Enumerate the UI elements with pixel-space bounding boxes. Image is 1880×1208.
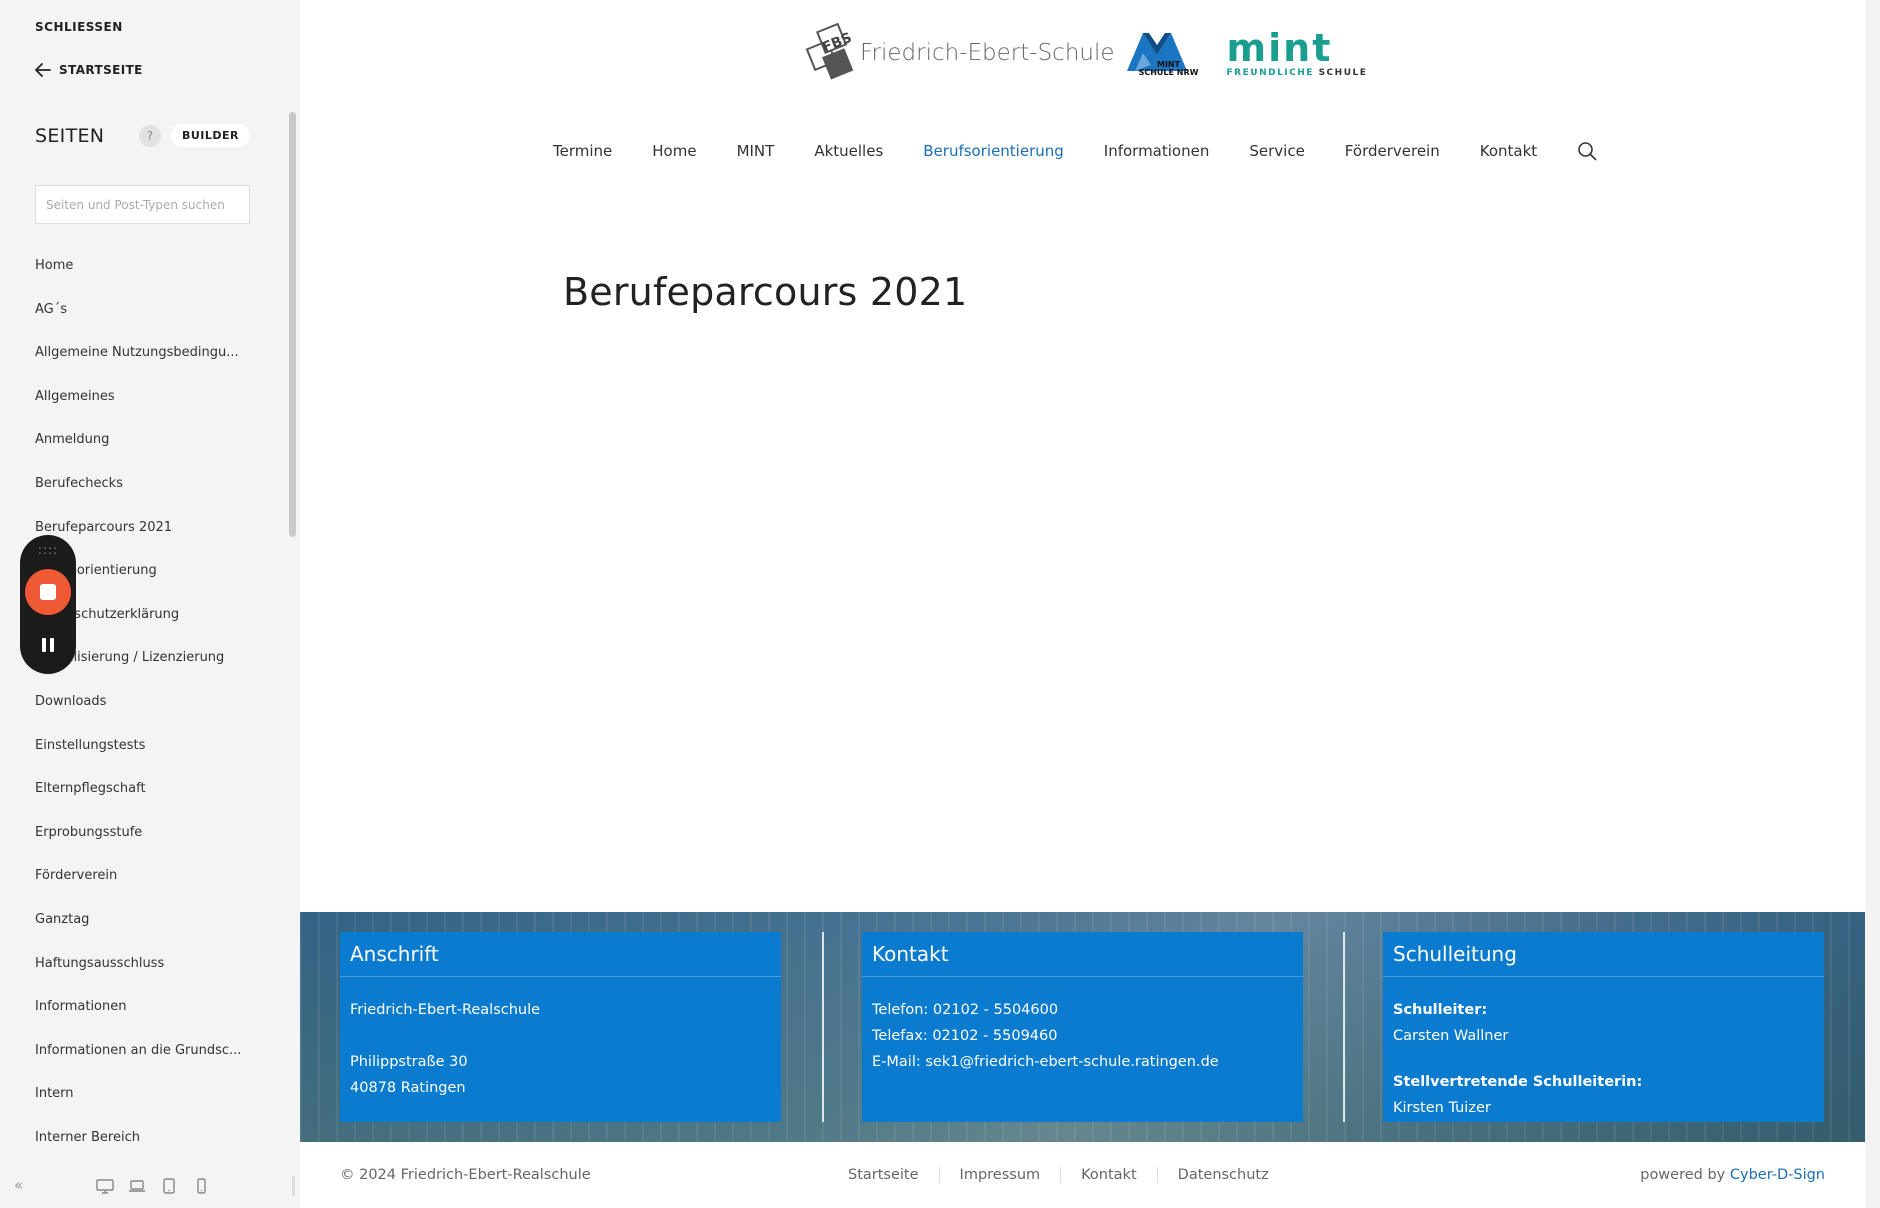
sidebar-page-item[interactable]: Informationen	[35, 997, 255, 1041]
anschrift-heading: Anschrift	[340, 932, 781, 977]
powered-by-link[interactable]: Cyber-D-Sign	[1730, 1167, 1825, 1183]
school-name: Friedrich-Ebert-Schule	[860, 40, 1115, 66]
footer-links: Startseite Impressum Kontakt Datenschutz	[848, 1167, 1289, 1183]
powered-by-prefix: powered by	[1640, 1167, 1726, 1183]
sidebar-page-item[interactable]: Einstellungstests	[35, 736, 255, 780]
mint-freundliche-schule-logo: mint FREUNDLICHE SCHULE	[1227, 29, 1368, 78]
footer-link[interactable]: Startseite	[848, 1167, 939, 1183]
nav-item[interactable]: Berufsorientierung	[923, 142, 1064, 160]
sidebar-page-item[interactable]: Interner Bereich	[35, 1128, 255, 1172]
kontakt-email[interactable]: E-Mail: sek1@friedrich-ebert-schule.rati…	[872, 1049, 1293, 1075]
page-preview: FBS Friedrich-Ebert-Schule MINT SCHULE N…	[300, 0, 1865, 1208]
mint-sub-bold: SCHULE	[1318, 67, 1368, 78]
right-gutter	[1865, 0, 1880, 1208]
stellvertreterin-label: Stellvertretende Schulleiterin:	[1393, 1074, 1643, 1090]
mobile-icon[interactable]	[192, 1178, 210, 1194]
startseite-link[interactable]: STARTSEITE	[35, 63, 143, 77]
pages-section-header: SEITEN ? BUILDER	[35, 124, 250, 147]
anschrift-line: Philippstraße 30	[350, 1054, 468, 1070]
laptop-icon[interactable]	[128, 1178, 146, 1194]
page-title: Berufeparcours 2021	[563, 270, 968, 314]
sidebar-page-item[interactable]: Home	[35, 256, 255, 300]
schulleitung-heading: Schulleitung	[1383, 932, 1824, 977]
sidebar-page-item[interactable]: Allgemeine Nutzungsbedingu...	[35, 343, 255, 387]
sidebar-page-item[interactable]: Förderverein	[35, 866, 255, 910]
mint-word: mint	[1226, 25, 1333, 70]
kontakt-phone: Telefon: 02102 - 5504600	[872, 1002, 1059, 1018]
tablet-icon[interactable]	[160, 1178, 178, 1194]
mint-sub: FREUNDLICHE SCHULE	[1227, 68, 1368, 78]
pause-icon	[42, 638, 46, 652]
device-preview-switcher	[96, 1178, 210, 1194]
nav-item[interactable]: Kontakt	[1480, 142, 1537, 160]
footer-divider	[1343, 932, 1345, 1122]
copyright: © 2024 Friedrich-Ebert-Realschule	[340, 1167, 591, 1183]
pause-icon-bar	[50, 638, 54, 652]
help-button[interactable]: ?	[138, 124, 161, 147]
screen-recorder-widget: ::::	[20, 535, 76, 674]
footer-schulleitung: Schulleitung Schulleiter: Carsten Wallne…	[1383, 932, 1824, 1122]
sidebar-page-item[interactable]: Elternpflegschaft	[35, 779, 255, 823]
anschrift-line: 40878 Ratingen	[350, 1080, 466, 1096]
nav-item[interactable]: MINT	[737, 142, 775, 160]
nav-item[interactable]: Service	[1249, 142, 1304, 160]
stop-recording-button[interactable]	[25, 569, 71, 615]
sidebar-page-item[interactable]: Anmeldung	[35, 430, 255, 474]
schulleiter-name: Carsten Wallner	[1393, 1028, 1509, 1044]
desktop-icon[interactable]	[96, 1178, 114, 1194]
pages-search-input[interactable]	[35, 185, 250, 224]
fbs-logo: FBS	[800, 22, 860, 83]
close-button[interactable]: SCHLIESSEN	[35, 20, 123, 34]
sidebar-page-item[interactable]: Informationen an die Grundsc...	[35, 1041, 255, 1085]
page-list: Home AG´s Allgemeine Nutzungsbedingu... All…	[35, 256, 255, 1171]
footer-widgets: Anschrift Friedrich-Ebert-Realschule Phi…	[300, 912, 1865, 1142]
sidebar-resize-handle[interactable]	[292, 1176, 295, 1196]
sidebar-page-item[interactable]: Ganztag	[35, 910, 255, 954]
nav-item[interactable]: Aktuelles	[814, 142, 883, 160]
sidebar-page-item[interactable]: Allgemeines	[35, 387, 255, 431]
nav-item[interactable]: Informationen	[1104, 142, 1210, 160]
nav-item[interactable]: Förderverein	[1345, 142, 1440, 160]
footer-link[interactable]: Impressum	[938, 1167, 1061, 1183]
kontakt-heading: Kontakt	[862, 932, 1303, 977]
stop-icon	[40, 584, 56, 600]
nav-item[interactable]: Termine	[553, 142, 612, 160]
arrow-left-icon	[35, 63, 51, 77]
pages-section-title: SEITEN	[35, 124, 105, 147]
drag-handle[interactable]: ::::	[20, 543, 76, 557]
anschrift-line: Friedrich-Ebert-Realschule	[350, 1002, 541, 1018]
collapse-sidebar-button[interactable]: «	[14, 1176, 23, 1194]
powered-by: powered by Cyber-D-Sign	[1640, 1167, 1825, 1183]
schulleiter-label: Schulleiter:	[1393, 1002, 1488, 1018]
builder-button[interactable]: BUILDER	[170, 124, 250, 147]
sidebar-page-item[interactable]: Erprobungsstufe	[35, 823, 255, 867]
pause-recording-button[interactable]	[40, 638, 56, 654]
mint-schule-nrw-text: MINT SCHULE NRW	[1138, 60, 1199, 77]
site-logo[interactable]: FBS Friedrich-Ebert-Schule MINT SCHULE N…	[800, 18, 1367, 88]
footer-kontakt: Kontakt Telefon: 02102 - 5504600 Telefax…	[862, 932, 1303, 1122]
mint-schule-nrw-logo: MINT SCHULE NRW	[1125, 25, 1209, 81]
mint-sub-text: FREUNDLICHE	[1226, 67, 1314, 78]
search-icon[interactable]	[1577, 141, 1597, 161]
sidebar-page-item[interactable]: Berufechecks	[35, 474, 255, 518]
stellvertreterin-name: Kirsten Tuizer	[1393, 1100, 1491, 1116]
nav-item[interactable]: Home	[652, 142, 696, 160]
sidebar-scrollbar[interactable]	[289, 112, 296, 537]
sidebar-page-item[interactable]: Haftungsausschluss	[35, 954, 255, 998]
footer-anschrift: Anschrift Friedrich-Ebert-Realschule Phi…	[340, 932, 781, 1122]
footer-link[interactable]: Kontakt	[1060, 1167, 1157, 1183]
sidebar-page-item[interactable]: AG´s	[35, 300, 255, 344]
sidebar-page-item[interactable]: Intern	[35, 1084, 255, 1128]
main-navigation: Termine Home MINT Aktuelles Berufsorientieru…	[553, 141, 1597, 161]
startseite-label: STARTSEITE	[59, 63, 143, 77]
sidebar-page-item[interactable]: Downloads	[35, 692, 255, 736]
footer-bottom-bar: © 2024 Friedrich-Ebert-Realschule Starts…	[300, 1142, 1865, 1208]
footer-divider	[822, 932, 824, 1122]
footer-link[interactable]: Datenschutz	[1156, 1167, 1289, 1183]
kontakt-fax: Telefax: 02102 - 5509460	[872, 1028, 1058, 1044]
